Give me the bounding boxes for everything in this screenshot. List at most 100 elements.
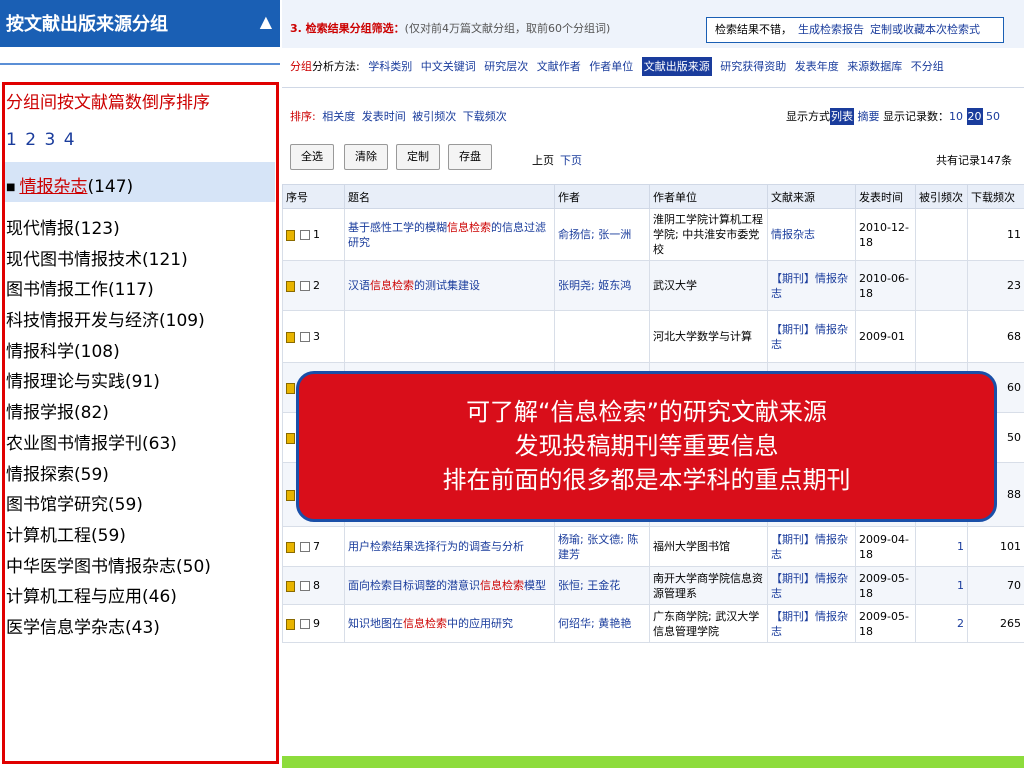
title-text[interactable]: 中的应用研究 [447, 617, 513, 630]
group-option[interactable]: 学科类别 [368, 60, 412, 73]
journal-group-item[interactable]: 计算机工程(59) [6, 521, 274, 552]
cited-cell[interactable] [915, 208, 968, 261]
document-icon[interactable] [286, 432, 295, 444]
row-checkbox[interactable] [300, 581, 310, 591]
title-text[interactable]: 模型 [524, 579, 546, 592]
title-cell[interactable]: 基于感性工学的模糊信息检索的信息过滤研究 [344, 208, 555, 261]
source-cell[interactable]: 情报杂志 [767, 208, 856, 261]
journal-group-item[interactable]: 图书情报工作(117) [6, 275, 274, 306]
title-text[interactable]: 知识地图在 [348, 617, 403, 630]
cited-cell[interactable] [915, 310, 968, 363]
page-link[interactable]: 2 [25, 130, 36, 150]
cited-cell[interactable]: 1 [915, 526, 968, 567]
author-cell[interactable]: 杨瑜; 张文德; 陈建芳 [554, 526, 650, 567]
row-checkbox[interactable] [300, 542, 310, 552]
title-text[interactable]: 用户检索结果选择行为的调查与分析 [348, 540, 524, 553]
table-row[interactable]: 9 知识地图在信息检索中的应用研究 何绍华; 黄艳艳 广东商学院; 武汉大学信息管理学… [282, 604, 1024, 643]
title-text[interactable]: 面向检索目标调整的潜意识 [348, 579, 480, 592]
group-option[interactable]: 发表年度 [795, 60, 839, 73]
journal-group-item[interactable]: 图书馆学研究(59) [6, 490, 274, 521]
record-count-option[interactable]: 10 [949, 110, 963, 123]
journal-group-item[interactable]: 情报理论与实践(91) [6, 367, 274, 398]
group-option-active[interactable]: 文献出版来源 [641, 57, 712, 76]
journal-group-item[interactable]: 现代图书情报技术(121) [6, 245, 274, 276]
title-text[interactable]: 汉语 [348, 279, 370, 292]
document-icon[interactable] [286, 331, 295, 343]
title-highlight[interactable]: 信息检索 [480, 579, 524, 592]
title-highlight[interactable]: 信息检索 [370, 279, 414, 292]
title-cell[interactable]: 用户检索结果选择行为的调查与分析 [344, 526, 555, 567]
sort-option[interactable]: 被引频次 [412, 110, 456, 123]
customize-button[interactable]: 定制 [396, 144, 440, 170]
group-option[interactable]: 文献作者 [537, 60, 581, 73]
prev-page-link[interactable]: 上页 [532, 154, 554, 167]
group-option[interactable]: 不分组 [911, 60, 944, 73]
title-highlight[interactable]: 信息检索 [403, 617, 447, 630]
source-cell[interactable]: 【期刊】情报杂志 [767, 604, 856, 643]
author-cell[interactable]: 何绍华; 黄艳艳 [554, 604, 650, 643]
journal-group-item[interactable]: 情报科学(108) [6, 337, 274, 368]
journal-group-item[interactable]: 科技情报开发与经济(109) [6, 306, 274, 337]
triangle-up-icon[interactable]: ▲ [260, 12, 272, 31]
title-cell[interactable]: 面向检索目标调整的潜意识信息检索模型 [344, 566, 555, 605]
document-icon[interactable] [286, 541, 295, 553]
row-checkbox[interactable] [300, 619, 310, 629]
title-highlight[interactable]: 信息检索 [447, 221, 491, 234]
cited-cell[interactable]: 2 [915, 604, 968, 643]
row-checkbox[interactable] [300, 281, 310, 291]
row-checkbox[interactable] [300, 230, 310, 240]
group-option[interactable]: 来源数据库 [847, 60, 902, 73]
document-icon[interactable] [286, 580, 295, 592]
clear-button[interactable]: 清除 [344, 144, 388, 170]
page-link[interactable]: 1 [6, 130, 17, 150]
group-option[interactable]: 研究层次 [484, 60, 528, 73]
journal-group-item[interactable]: 现代情报(123) [6, 214, 274, 245]
source-cell[interactable]: 【期刊】情报杂志 [767, 310, 856, 363]
journal-group-item[interactable]: 计算机工程与应用(46) [6, 582, 274, 613]
source-cell[interactable]: 【期刊】情报杂志 [767, 260, 856, 311]
title-text[interactable]: 的测试集建设 [414, 279, 480, 292]
table-row[interactable]: 2 汉语信息检索的测试集建设 张明尧; 姬东鸿 武汉大学 【期刊】情报杂志 2010-06… [282, 260, 1024, 311]
display-list-toggle[interactable]: 列表 [830, 108, 854, 125]
table-row[interactable]: 7 用户检索结果选择行为的调查与分析 杨瑜; 张文德; 陈建芳 福州大学图书馆 【期刊】… [282, 526, 1024, 567]
page-link[interactable]: 3 [44, 130, 55, 150]
selected-group-item[interactable]: ■ 情报杂志(147) [6, 172, 133, 197]
group-option[interactable]: 研究获得资助 [720, 60, 786, 73]
journal-group-item[interactable]: 农业图书情报学刊(63) [6, 429, 274, 460]
sort-option[interactable]: 相关度 [322, 110, 355, 123]
save-query-link[interactable]: 定制或收藏本次检索式 [870, 23, 980, 36]
record-count-option[interactable]: 50 [986, 110, 1000, 123]
document-icon[interactable] [286, 280, 295, 292]
next-page-link[interactable]: 下页 [560, 154, 582, 167]
sort-option[interactable]: 下载频次 [463, 110, 507, 123]
title-cell[interactable]: 汉语信息检索的测试集建设 [344, 260, 555, 311]
title-cell[interactable]: 知识地图在信息检索中的应用研究 [344, 604, 555, 643]
table-row[interactable]: 8 面向检索目标调整的潜意识信息检索模型 张恒; 王金花 南开大学商学院信息资源管理系… [282, 566, 1024, 605]
group-option[interactable]: 作者单位 [589, 60, 633, 73]
table-row[interactable]: 3 河北大学数学与计算 【期刊】情报杂志 2009-01 68 [282, 310, 1024, 363]
document-icon[interactable] [286, 229, 295, 241]
group-option[interactable]: 中文关键词 [421, 60, 476, 73]
record-count-option-active[interactable]: 20 [966, 108, 983, 125]
document-icon[interactable] [286, 618, 295, 630]
title-cell[interactable] [344, 310, 555, 363]
source-cell[interactable]: 【期刊】情报杂志 [767, 566, 856, 605]
select-all-button[interactable]: 全选 [290, 144, 334, 170]
row-checkbox[interactable] [300, 332, 310, 342]
journal-group-item[interactable]: 情报学报(82) [6, 398, 274, 429]
author-cell[interactable] [554, 310, 650, 363]
author-cell[interactable]: 张明尧; 姬东鸿 [554, 260, 650, 311]
document-icon[interactable] [286, 382, 295, 394]
journal-group-item[interactable]: 情报探索(59) [6, 460, 274, 491]
source-cell[interactable]: 【期刊】情报杂志 [767, 526, 856, 567]
selected-group-link[interactable]: 情报杂志 [19, 177, 87, 197]
author-cell[interactable]: 俞扬信; 张一洲 [554, 208, 650, 261]
page-link[interactable]: 4 [64, 130, 75, 150]
title-text[interactable]: 基于感性工学的模糊 [348, 221, 447, 234]
sidebar-header[interactable]: 按文献出版来源分组 ▲ [0, 0, 280, 47]
display-summary-toggle[interactable]: 摘要 [858, 110, 880, 123]
sort-option[interactable]: 发表时间 [362, 110, 406, 123]
journal-group-item[interactable]: 医学信息学杂志(43) [6, 613, 274, 644]
cited-cell[interactable]: 1 [915, 566, 968, 605]
generate-report-link[interactable]: 生成检索报告 [798, 23, 864, 36]
